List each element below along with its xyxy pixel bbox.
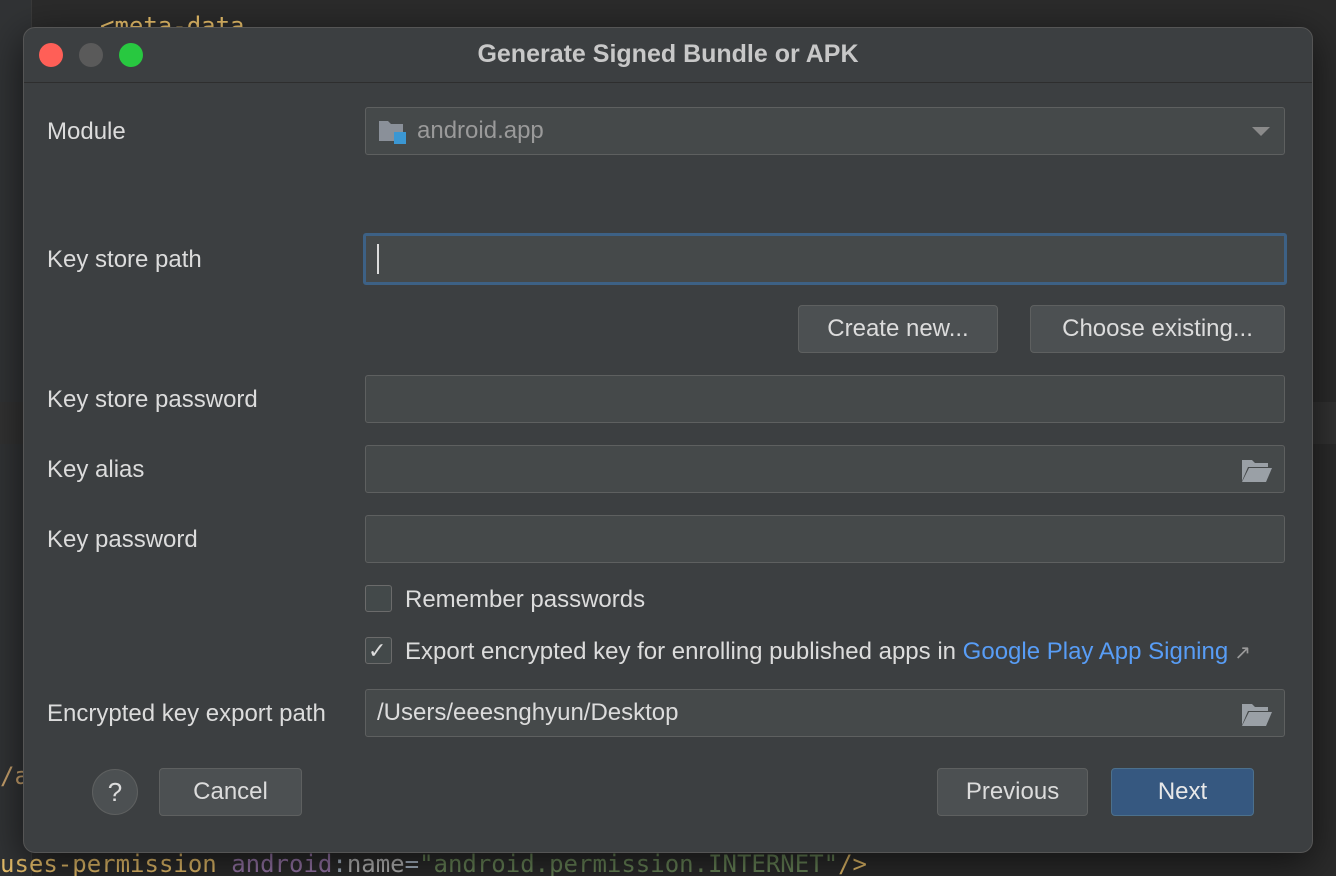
key-alias-input[interactable] xyxy=(365,445,1285,493)
folder-open-icon[interactable] xyxy=(1241,701,1273,727)
export-encrypted-key-checkbox[interactable]: ✓ xyxy=(365,637,392,664)
code-string: "android.permission.INTERNET" xyxy=(419,850,839,876)
chevron-down-icon[interactable] xyxy=(1252,127,1270,136)
text-caret xyxy=(377,244,379,274)
code-colon: : xyxy=(332,850,347,876)
remember-passwords-label[interactable]: Remember passwords xyxy=(405,586,645,614)
key-store-path-input[interactable] xyxy=(363,233,1287,285)
module-select-value: android.app xyxy=(417,117,544,144)
google-play-app-signing-link[interactable]: Google Play App Signing xyxy=(963,638,1229,665)
dialog-titlebar: Generate Signed Bundle or APK xyxy=(24,28,1312,83)
remember-passwords-checkbox[interactable] xyxy=(365,585,392,612)
module-label: Module xyxy=(47,118,126,145)
generate-signed-bundle-dialog: Generate Signed Bundle or APK Module and… xyxy=(23,27,1313,853)
encrypted-key-export-path-value: /Users/eeesnghyun/Desktop xyxy=(377,699,679,726)
key-password-input[interactable] xyxy=(365,515,1285,563)
choose-existing-button[interactable]: Choose existing... xyxy=(1030,305,1285,353)
previous-button[interactable]: Previous xyxy=(937,768,1088,816)
help-button[interactable]: ? xyxy=(92,769,138,815)
module-folder-icon xyxy=(379,121,406,144)
code-attr: name xyxy=(346,850,405,876)
checkmark-icon: ✓ xyxy=(368,638,387,663)
code-namespace: android xyxy=(231,850,333,876)
dialog-title: Generate Signed Bundle or APK xyxy=(477,40,859,68)
key-store-password-input[interactable] xyxy=(365,375,1285,423)
external-link-icon[interactable]: ↗ xyxy=(1234,642,1251,664)
cancel-button[interactable]: Cancel xyxy=(159,768,302,816)
module-select[interactable]: android.app xyxy=(365,107,1285,155)
folder-open-icon[interactable] xyxy=(1241,457,1273,483)
key-store-path-label: Key store path xyxy=(47,246,202,273)
code-line-uses-permission: uses-permission android:name="android.pe… xyxy=(0,850,867,876)
key-password-label: Key password xyxy=(47,526,198,553)
key-store-password-label: Key store password xyxy=(47,386,258,413)
create-new-button[interactable]: Create new... xyxy=(798,305,998,353)
encrypted-key-export-path-label: Encrypted key export path xyxy=(47,700,326,727)
code-equals: = xyxy=(404,850,420,876)
code-close: /> xyxy=(838,850,867,876)
key-alias-label: Key alias xyxy=(47,456,145,483)
next-button[interactable]: Next xyxy=(1111,768,1254,816)
encrypted-key-export-path-input[interactable]: /Users/eeesnghyun/Desktop xyxy=(365,689,1285,737)
export-encrypted-key-text: Export encrypted key for enrolling publi… xyxy=(405,638,963,665)
export-encrypted-key-label[interactable]: Export encrypted key for enrolling publi… xyxy=(405,638,1251,666)
code-tag: uses-permission xyxy=(0,850,217,876)
